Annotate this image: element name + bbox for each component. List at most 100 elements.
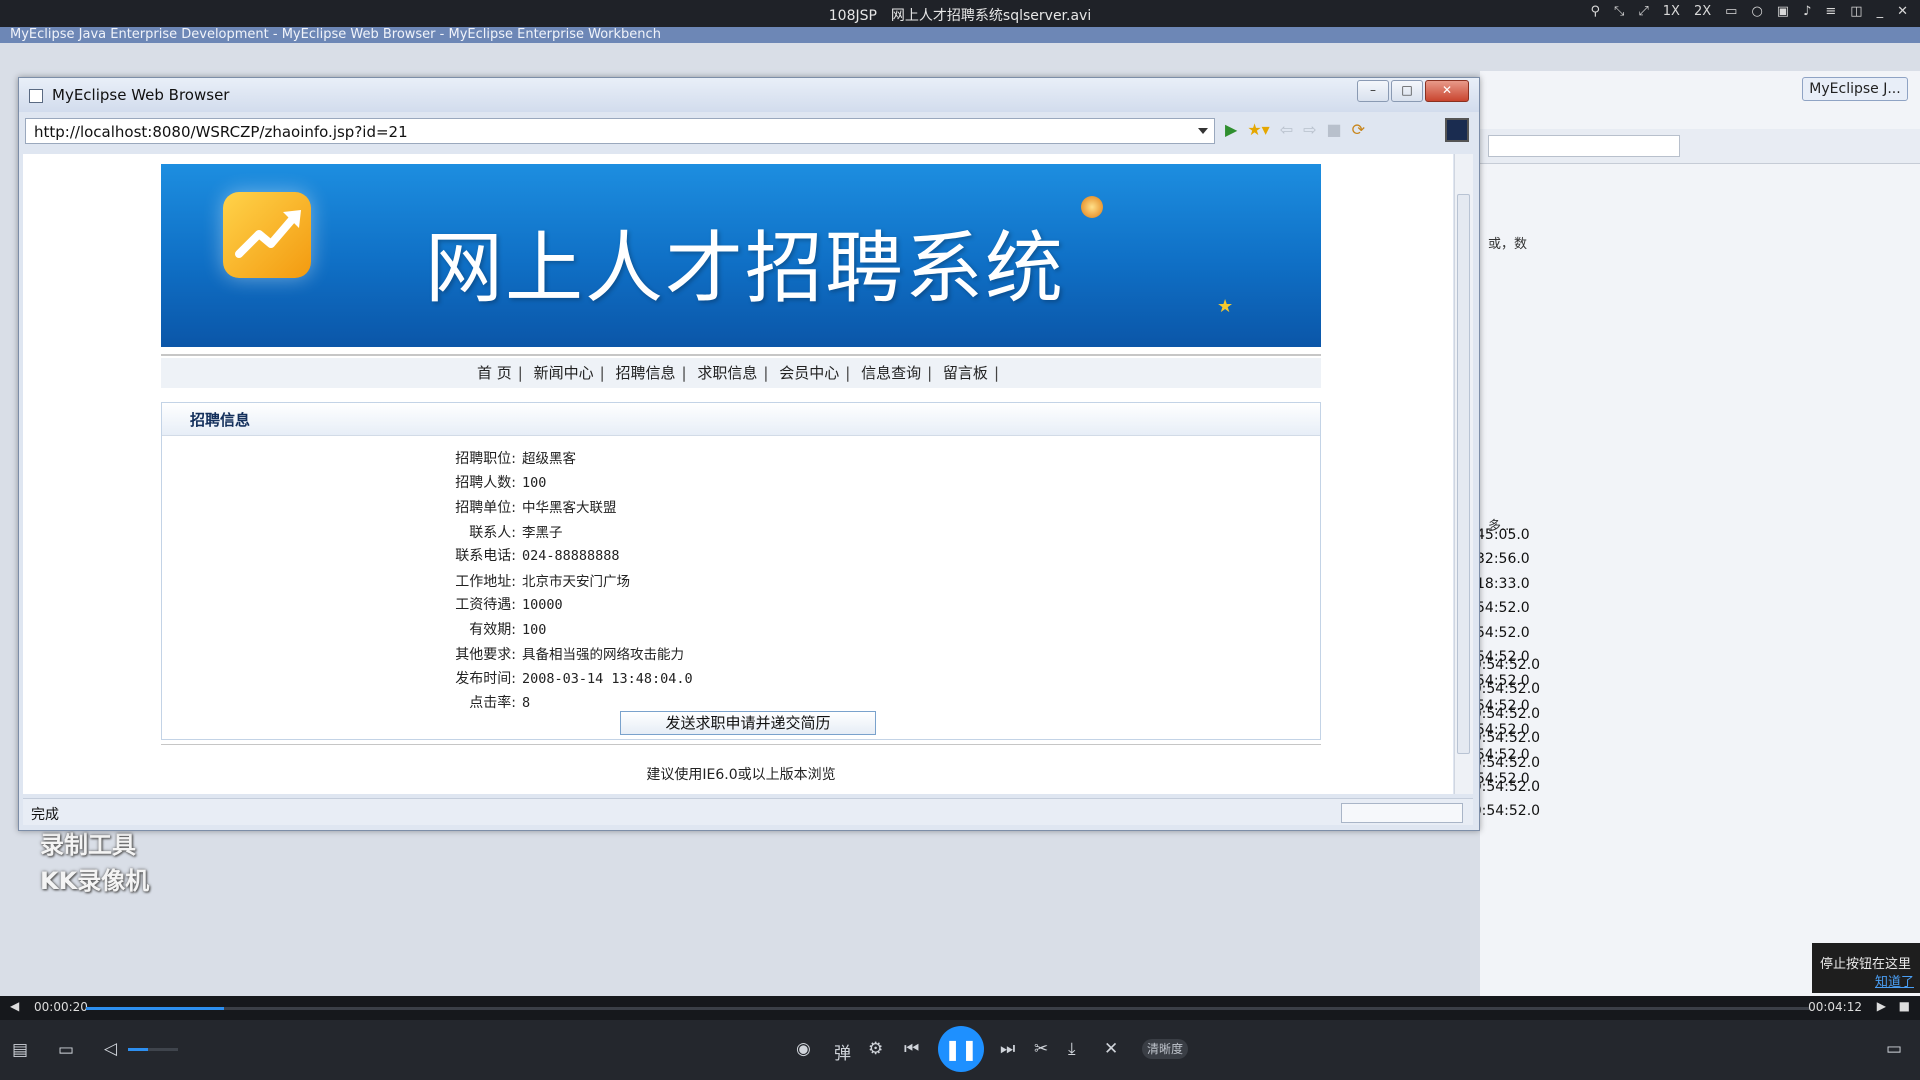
tools-icon[interactable]: ✕ — [1104, 1039, 1118, 1059]
detail-label: 工资待遇: — [455, 597, 516, 613]
step-forward-icon[interactable]: ▶ — [1877, 999, 1886, 1013]
stop-icon[interactable]: ■ — [1899, 999, 1910, 1013]
speed-1x-button[interactable]: 1X — [1663, 4, 1680, 19]
panel-title: 招聘信息 — [190, 411, 251, 429]
watermark-line: 录制工具 — [40, 831, 136, 859]
detail-row: 发布时间: 2008-03-14 13:48:04.0 — [392, 668, 1092, 693]
detail-label: 有效期: — [469, 621, 516, 638]
detail-row: 联系人: 李黑子 — [392, 521, 1092, 546]
nav-news[interactable]: 新闻中心 — [534, 364, 594, 382]
image-icon[interactable]: ▣ — [1777, 4, 1789, 19]
browser-title: MyEclipse Web Browser — [52, 86, 230, 104]
detail-value: 具备相当强的网络攻击能力 — [522, 647, 684, 663]
detail-row: 招聘人数: 100 — [392, 472, 1092, 497]
detail-label: 招聘人数: — [455, 474, 516, 491]
forward-icon[interactable]: ⇨ — [1303, 120, 1316, 139]
url-field[interactable]: http://localhost:8080/WSRCZP/zhaoinfo.js… — [25, 118, 1215, 144]
scrollbar-thumb[interactable] — [1457, 194, 1470, 754]
danmaku-icon[interactable]: 弹 — [834, 1039, 851, 1064]
perspective-button[interactable]: MyEclipse J... — [1802, 77, 1908, 101]
detail-value: 2008-03-14 13:48:04.0 — [522, 670, 693, 687]
minimize-icon[interactable]: _ — [1877, 4, 1884, 19]
stop-icon[interactable]: ■ — [1327, 120, 1342, 139]
detail-value: 100 — [522, 621, 547, 638]
nav-home[interactable]: 首 页 — [477, 364, 512, 382]
detail-value: 024-88888888 — [522, 548, 620, 564]
refresh-icon[interactable]: ⟳ — [1352, 120, 1365, 139]
minimize-button[interactable]: – — [1357, 80, 1389, 102]
site-banner: 网上人才招聘系统 ★ — [161, 164, 1321, 347]
step-back-icon[interactable]: ◀ — [10, 999, 19, 1013]
time-cell: 45:05.0 — [1476, 527, 1530, 543]
favorites-icon[interactable]: ★▾ — [1247, 120, 1269, 139]
detail-label: 工作地址: — [455, 573, 516, 590]
chevron-down-icon[interactable] — [1198, 128, 1208, 134]
go-icon[interactable]: ▶ — [1225, 120, 1237, 139]
detail-value: 中华黑客大联盟 — [522, 500, 617, 516]
open-folder-icon[interactable]: ▭ — [58, 1040, 74, 1060]
total-time: 00:04:12 — [1808, 1000, 1862, 1014]
detail-row: 招聘职位: 超级黑客 — [392, 447, 1092, 472]
tooltip-dismiss-link[interactable]: 知道了 — [1875, 971, 1914, 990]
detail-row: 招聘单位: 中华黑客大联盟 — [392, 496, 1092, 521]
back-icon[interactable]: ⇦ — [1280, 120, 1293, 139]
previous-icon[interactable]: ⏮ — [904, 1039, 919, 1059]
nav-search[interactable]: 信息查询 — [861, 364, 921, 382]
capture-icon[interactable]: ◫ — [1850, 4, 1862, 19]
nav-seekers[interactable]: 求职信息 — [697, 364, 757, 382]
window-icon[interactable]: ▭ — [1725, 4, 1737, 19]
maximize-button[interactable]: □ — [1391, 80, 1423, 102]
audio-icon[interactable]: ♪ — [1803, 4, 1811, 19]
shrink-icon[interactable]: ⤡ — [1614, 4, 1624, 19]
bulb-icon[interactable]: ○ — [1751, 4, 1762, 19]
tooltip-text: 停止按钮在这里 — [1820, 957, 1912, 972]
scissors-icon[interactable]: ✂ — [1034, 1039, 1048, 1059]
settings-icon[interactable]: ⚙ — [868, 1039, 883, 1059]
close-icon[interactable]: ✕ — [1897, 4, 1908, 19]
url-text: http://localhost:8080/WSRCZP/zhaoinfo.js… — [34, 123, 408, 141]
time-cell: 32:56.0 — [1476, 551, 1530, 568]
detail-row: 其他要求: 具备相当强的网络攻击能力 — [392, 643, 1092, 668]
volume-slider[interactable] — [128, 1048, 178, 1051]
detail-label: 联系人: — [469, 524, 516, 541]
detail-value: 北京市天安门广场 — [522, 573, 630, 590]
clarity-button[interactable]: 清晰度 — [1142, 1039, 1188, 1059]
speed-2x-button[interactable]: 2X — [1694, 4, 1711, 19]
page-scrollbar[interactable] — [1454, 154, 1473, 794]
player-controls: ▤ ▭ ◁ ◉ 弹 ⚙ ⏮ ❚❚ ⏭ ✂ ⤓ ✕ 清晰度 ▭ — [0, 1020, 1920, 1080]
pin-icon[interactable]: ⚲ — [1590, 4, 1600, 19]
status-progress — [1341, 803, 1463, 823]
detail-label: 招聘单位: — [455, 500, 516, 516]
detail-value: 李黑子 — [522, 524, 563, 541]
volume-fill — [128, 1048, 148, 1051]
subtitle-icon[interactable]: ≡ — [1825, 4, 1836, 19]
view-toggle-icon[interactable] — [1445, 118, 1469, 142]
seek-bar[interactable] — [86, 1007, 1810, 1010]
fullscreen-icon[interactable]: ▭ — [1886, 1039, 1902, 1059]
recorder-watermark: 录制工具 KK录像机 — [40, 827, 210, 899]
eclipse-combo[interactable] — [1488, 135, 1680, 157]
browser-title-bar: MyEclipse Web Browser – □ ✕ — [19, 78, 1479, 112]
nav-members[interactable]: 会员中心 — [779, 364, 839, 382]
download-icon[interactable]: ⤓ — [1068, 1039, 1076, 1059]
detail-label: 招聘职位: — [455, 451, 516, 467]
close-button[interactable]: ✕ — [1425, 80, 1469, 102]
time-cell: 18:33.0 — [1476, 575, 1530, 592]
apply-button[interactable]: 发送求职申请并递交简历 — [620, 711, 876, 735]
nav-divider — [161, 354, 1321, 356]
expand-icon[interactable]: ⤢ — [1638, 4, 1648, 19]
detail-row: 联系电话: 024-88888888 — [392, 545, 1092, 570]
browser-window: MyEclipse Web Browser – □ ✕ http://local… — [18, 77, 1480, 831]
detail-value: 8 — [522, 695, 531, 711]
playlist-icon[interactable]: ▤ — [12, 1040, 28, 1060]
volume-icon[interactable]: ◁ — [104, 1039, 117, 1059]
job-info-panel: 招聘信息 招聘职位: 超级黑客 招聘人数: 100 招聘单位: 中华黑客大联盟 联系人… — [161, 402, 1321, 740]
eye-icon[interactable]: ◉ — [796, 1039, 811, 1059]
nav-jobs[interactable]: 招聘信息 — [615, 364, 675, 382]
nav-guestbook[interactable]: 留言板 — [943, 364, 988, 382]
next-icon[interactable]: ⏭ — [1000, 1039, 1015, 1059]
growth-chart-icon — [223, 192, 311, 278]
site-title: 网上人才招聘系统 — [425, 224, 1066, 314]
watermark-line: KK录像机 — [40, 867, 150, 895]
pause-button[interactable]: ❚❚ — [938, 1026, 984, 1072]
